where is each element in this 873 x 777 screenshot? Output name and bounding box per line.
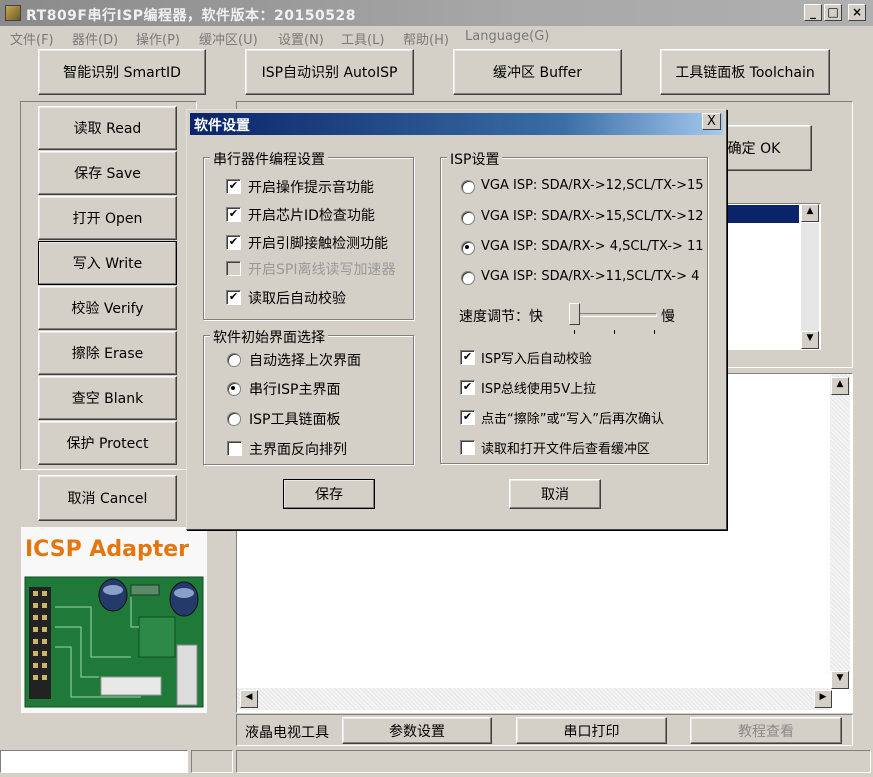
menu-buffer[interactable]: 缓冲区(U) bbox=[199, 29, 258, 48]
sound-prompt-label: 开启操作提示音功能 bbox=[248, 180, 374, 196]
vga-isp-11-4-label: VGA ISP: SDA/RX->11,SCL/TX-> 4 bbox=[481, 269, 700, 284]
settings-dialog: 软件设置 X 串行器件编程设置 ✔ 开启操作提示音功能 ✔ 开启芯片ID检查功能… bbox=[186, 109, 727, 530]
scroll-down-button[interactable]: ▼ bbox=[801, 331, 819, 349]
isp-toolchain-radio[interactable] bbox=[227, 412, 241, 426]
log-scroll-up-button[interactable]: ▲ bbox=[831, 377, 849, 395]
vga-isp-11-4-radio[interactable] bbox=[461, 271, 475, 285]
isp-auto-verify-checkbox[interactable]: ✔ bbox=[460, 350, 475, 365]
window-title: RT809F串行ISP编程器，软件版本：20150528 bbox=[26, 8, 356, 24]
autoisp-button[interactable]: ISP自动识别 AutoISP bbox=[245, 49, 414, 95]
log-hscroll-track[interactable] bbox=[237, 688, 830, 710]
app-icon bbox=[5, 5, 21, 21]
view-buffer-checkbox[interactable] bbox=[460, 440, 475, 455]
speed-slider-thumb[interactable] bbox=[569, 303, 580, 325]
serial-settings-title: 串行器件编程设置 bbox=[210, 149, 328, 169]
buffer-button[interactable]: 缓冲区 Buffer bbox=[453, 49, 622, 95]
speed-tick-1 bbox=[574, 330, 575, 334]
log-scroll-left-button[interactable]: ◀ bbox=[240, 690, 258, 708]
protect-button[interactable]: 保护 Protect bbox=[38, 421, 177, 465]
vga-isp-12-15-label: VGA ISP: SDA/RX->12,SCL/TX->15 bbox=[481, 178, 704, 193]
vga-isp-15-12-radio[interactable] bbox=[461, 211, 475, 225]
cancel-button[interactable]: 取消 Cancel bbox=[38, 475, 177, 521]
isp-5v-pullup-label: ISP总线使用5V上拉 bbox=[481, 382, 597, 397]
erase-button[interactable]: 擦除 Erase bbox=[38, 331, 177, 375]
speed-tick-2 bbox=[614, 330, 615, 334]
close-button[interactable]: × bbox=[848, 4, 866, 21]
menu-settings[interactable]: 设置(N) bbox=[278, 29, 324, 48]
menu-help[interactable]: 帮助(H) bbox=[403, 29, 449, 48]
speed-label: 速度调节：快 bbox=[459, 309, 543, 325]
menu-device[interactable]: 器件(D) bbox=[72, 29, 118, 48]
speed-slow-label: 慢 bbox=[661, 309, 675, 325]
spi-accelerator-checkbox[interactable] bbox=[226, 261, 241, 276]
menu-operate[interactable]: 操作(P) bbox=[136, 29, 180, 48]
spi-accelerator-label: 开启SPI离线读写加速器 bbox=[248, 262, 396, 278]
isp-5v-pullup-checkbox[interactable]: ✔ bbox=[460, 380, 475, 395]
main-window: RT809F串行ISP编程器，软件版本：20150528 _ □ × 文件(F)… bbox=[0, 0, 873, 777]
status-cell-1 bbox=[0, 750, 188, 773]
vga-isp-4-11-radio[interactable] bbox=[461, 241, 475, 255]
isp-toolchain-label: ISP工具链面板 bbox=[249, 412, 341, 428]
chip-id-check-label: 开启芯片ID检查功能 bbox=[248, 208, 375, 224]
lcd-tools-label: 液晶电视工具 bbox=[245, 725, 329, 741]
smartid-button[interactable]: 智能识别 SmartID bbox=[38, 49, 206, 95]
scrollbar-track[interactable] bbox=[801, 223, 819, 331]
vga-isp-4-11-label: VGA ISP: SDA/RX-> 4,SCL/TX-> 11 bbox=[481, 239, 704, 254]
param-settings-button[interactable]: 参数设置 bbox=[342, 717, 492, 744]
open-button[interactable]: 打开 Open bbox=[38, 196, 177, 240]
pin-contact-label: 开启引脚接触检测功能 bbox=[248, 236, 388, 252]
reverse-layout-label: 主界面反向排列 bbox=[249, 442, 347, 458]
sound-prompt-checkbox[interactable]: ✔ bbox=[226, 179, 241, 194]
status-cell-2 bbox=[191, 750, 233, 773]
log-vscroll-track[interactable] bbox=[830, 374, 850, 674]
reverse-layout-checkbox[interactable] bbox=[227, 441, 242, 456]
verify-button[interactable]: 校验 Verify bbox=[38, 286, 177, 330]
log-scroll-right-button[interactable]: ▶ bbox=[814, 690, 832, 708]
serial-print-button[interactable]: 串口打印 bbox=[516, 717, 667, 744]
adapter-label: ICSP Adapter bbox=[25, 537, 190, 562]
blank-button[interactable]: 查空 Blank bbox=[38, 376, 177, 420]
initial-ui-title: 软件初始界面选择 bbox=[210, 327, 328, 347]
toolchain-button[interactable]: 工具链面板 Toolchain bbox=[660, 49, 830, 95]
confirm-erase-write-label: 点击“擦除”或“写入”后再次确认 bbox=[481, 412, 664, 427]
isp-settings-title: ISP设置 bbox=[447, 149, 503, 169]
serial-isp-main-radio[interactable] bbox=[227, 382, 241, 396]
dialog-title: 软件设置 bbox=[194, 118, 250, 134]
menu-language[interactable]: Language(G) bbox=[465, 29, 549, 44]
isp-auto-verify-label: ISP写入后自动校验 bbox=[481, 352, 592, 367]
view-buffer-label: 读取和打开文件后查看缓冲区 bbox=[481, 442, 651, 457]
auto-last-ui-radio[interactable] bbox=[227, 353, 241, 367]
write-button[interactable]: 写入 Write bbox=[38, 241, 177, 285]
title-bar: RT809F串行ISP编程器，软件版本：20150528 _ □ × bbox=[0, 0, 873, 26]
tutorial-button[interactable]: 教程查看 bbox=[690, 717, 842, 744]
vga-isp-12-15-radio[interactable] bbox=[461, 180, 475, 194]
menu-bar: 文件(F) 器件(D) 操作(P) 缓冲区(U) 设置(N) 工具(L) 帮助(… bbox=[0, 26, 873, 48]
dialog-cancel-button[interactable]: 取消 bbox=[509, 479, 601, 509]
minimize-button[interactable]: _ bbox=[804, 4, 822, 21]
icsp-adapter-image: ICSP Adapter bbox=[21, 527, 207, 713]
dialog-title-bar: 软件设置 bbox=[190, 113, 723, 135]
maximize-button[interactable]: □ bbox=[824, 4, 842, 21]
save-button[interactable]: 保存 Save bbox=[38, 151, 177, 195]
dialog-close-button[interactable]: X bbox=[702, 113, 721, 130]
auto-last-ui-label: 自动选择上次界面 bbox=[249, 353, 361, 369]
chip-id-check-checkbox[interactable]: ✔ bbox=[226, 207, 241, 222]
scroll-up-button[interactable]: ▲ bbox=[801, 204, 819, 222]
serial-isp-main-label: 串行ISP主界面 bbox=[249, 382, 341, 398]
pin-contact-checkbox[interactable]: ✔ bbox=[226, 235, 241, 250]
vga-isp-15-12-label: VGA ISP: SDA/RX->15,SCL/TX->12 bbox=[481, 209, 704, 224]
log-scroll-down-button[interactable]: ▼ bbox=[831, 671, 849, 689]
auto-verify-after-read-label: 读取后自动校验 bbox=[248, 291, 346, 307]
auto-verify-after-read-checkbox[interactable]: ✔ bbox=[226, 290, 241, 305]
read-button[interactable]: 读取 Read bbox=[38, 106, 177, 150]
dialog-save-button[interactable]: 保存 bbox=[283, 479, 375, 509]
status-cell-3 bbox=[236, 750, 871, 773]
confirm-erase-write-checkbox[interactable]: ✔ bbox=[460, 410, 475, 425]
menu-tools[interactable]: 工具(L) bbox=[341, 29, 384, 48]
speed-tick-3 bbox=[654, 330, 655, 334]
speed-slider-track[interactable] bbox=[573, 313, 657, 317]
menu-file[interactable]: 文件(F) bbox=[10, 29, 54, 48]
